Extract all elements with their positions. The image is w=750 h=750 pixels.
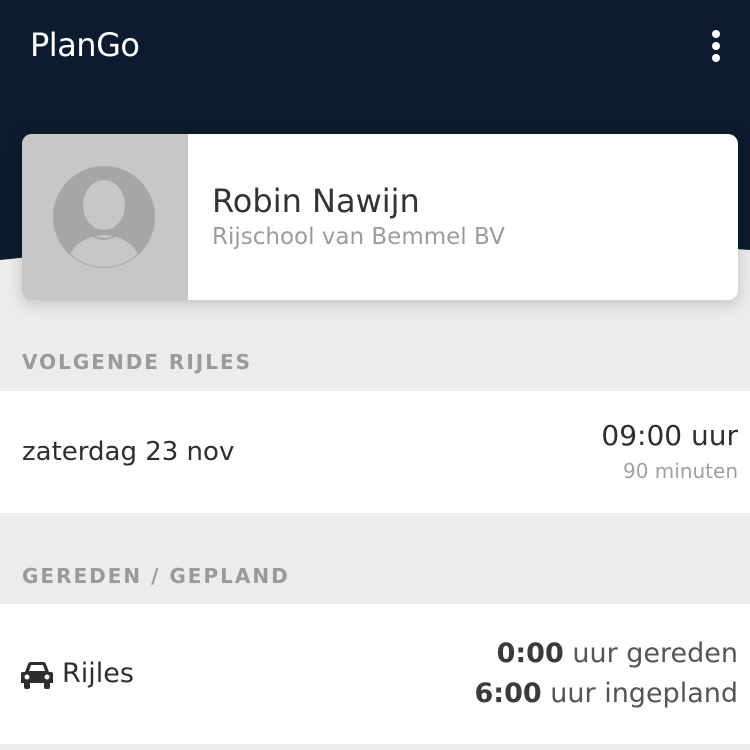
lesson-type-label: Rijles xyxy=(62,658,134,689)
profile-name: Robin Nawijn xyxy=(212,182,420,220)
driven-hours-value: 0:00 xyxy=(496,638,564,669)
profile-card[interactable]: Robin Nawijn Rijschool van Bemmel BV xyxy=(22,134,738,300)
lesson-time: 09:00 uur xyxy=(601,419,738,452)
profile-school: Rijschool van Bemmel BV xyxy=(212,224,505,250)
planned-hours-suffix: uur ingepland xyxy=(550,678,738,709)
next-lesson-row[interactable]: zaterdag 23 nov 09:00 uur 90 minuten xyxy=(0,391,750,513)
driven-hours: 0:00 uur gereden xyxy=(497,638,738,669)
overflow-menu-button[interactable] xyxy=(696,24,736,68)
planned-hours-value: 6:00 xyxy=(474,678,542,709)
more-vertical-icon xyxy=(712,30,720,62)
user-silhouette-icon xyxy=(53,166,155,268)
car-icon xyxy=(21,662,53,689)
planned-hours: 6:00 uur ingepland xyxy=(475,678,738,709)
driven-planned-row[interactable]: Rijles 0:00 uur gereden 6:00 uur ingepla… xyxy=(0,604,750,744)
lesson-date: zaterdag 23 nov xyxy=(22,437,235,467)
section-label-driven-planned: GEREDEN / GEPLAND xyxy=(22,564,290,588)
lesson-duration: 90 minuten xyxy=(622,459,738,483)
app-title: PlanGo xyxy=(30,26,140,64)
driven-hours-suffix: uur gereden xyxy=(572,638,738,669)
section-label-next-lesson: VOLGENDE RIJLES xyxy=(22,350,253,374)
app-bar: PlanGo xyxy=(0,0,750,100)
avatar xyxy=(22,134,188,300)
